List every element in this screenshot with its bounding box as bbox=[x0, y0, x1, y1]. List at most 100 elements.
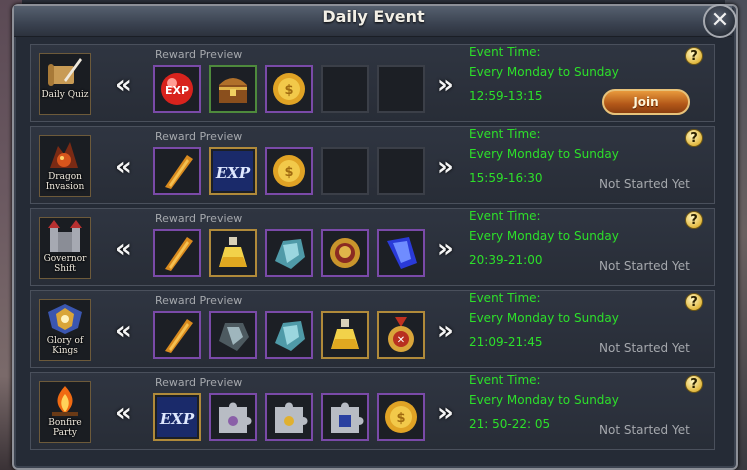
svg-text:EXP: EXP bbox=[215, 164, 251, 182]
stone-ore-icon bbox=[219, 323, 249, 351]
reward-slot-empty bbox=[377, 65, 425, 113]
event-time-label: Event Time: bbox=[469, 45, 541, 59]
reward-slot[interactable] bbox=[265, 229, 313, 277]
reward-slot[interactable] bbox=[153, 311, 201, 359]
event-status: Not Started Yet bbox=[599, 341, 690, 355]
join-button[interactable]: Join bbox=[602, 89, 690, 115]
prev-rewards-button[interactable]: « bbox=[115, 72, 132, 98]
event-time-label: Event Time: bbox=[469, 127, 541, 141]
event-name: Daily Quiz bbox=[41, 90, 89, 100]
svg-text:EXP: EXP bbox=[165, 84, 189, 97]
reward-slot[interactable]: $ bbox=[377, 393, 425, 441]
reward-slot[interactable] bbox=[321, 229, 369, 277]
prev-rewards-button[interactable]: « bbox=[115, 318, 132, 344]
prev-rewards-button[interactable]: « bbox=[115, 154, 132, 180]
gold-coin-icon: $ bbox=[273, 73, 305, 105]
event-time-label: Event Time: bbox=[469, 209, 541, 223]
castle-icon: Governor Shift bbox=[39, 217, 91, 279]
reward-slot-empty bbox=[377, 147, 425, 195]
gold-coin-icon: $ bbox=[273, 155, 305, 187]
potion-flask-icon bbox=[219, 237, 247, 267]
reward-slot[interactable] bbox=[265, 393, 313, 441]
crest-icon: Glory of Kings bbox=[39, 299, 91, 361]
reward-slot[interactable]: $ bbox=[265, 65, 313, 113]
event-name: Governor Shift bbox=[43, 254, 87, 274]
prev-rewards-button[interactable]: « bbox=[115, 236, 132, 262]
lion-medal-icon bbox=[330, 238, 360, 268]
event-row-dragon-invasion: Dragon Invasion Reward Preview « EXP $ »… bbox=[30, 126, 715, 204]
reward-slot[interactable]: EXP bbox=[209, 147, 257, 195]
prev-rewards-button[interactable]: « bbox=[115, 400, 132, 426]
reward-slot-empty bbox=[321, 147, 369, 195]
reward-slot[interactable] bbox=[321, 311, 369, 359]
svg-text:EXP: EXP bbox=[159, 410, 195, 428]
scroll-quill-icon: Daily Quiz bbox=[39, 53, 91, 115]
help-icon[interactable]: ? bbox=[685, 47, 703, 65]
reward-slot-empty bbox=[321, 65, 369, 113]
help-icon[interactable]: ? bbox=[685, 293, 703, 311]
reward-slot[interactable]: $ bbox=[265, 147, 313, 195]
event-row-governor-shift: Governor Shift Reward Preview « » Event … bbox=[30, 208, 715, 286]
event-hours: 15:59-16:30 bbox=[469, 171, 543, 185]
crystal-ore-icon bbox=[275, 321, 305, 351]
help-icon[interactable]: ? bbox=[685, 211, 703, 229]
crystal-ore-icon bbox=[275, 239, 305, 269]
event-name: Glory of Kings bbox=[46, 336, 84, 356]
potion-flask-icon bbox=[331, 319, 359, 349]
reward-slot[interactable] bbox=[209, 311, 257, 359]
treasure-chest-icon bbox=[219, 78, 247, 103]
svg-text:✕: ✕ bbox=[397, 335, 405, 346]
event-hours: 21:09-21:45 bbox=[469, 335, 543, 349]
medal-icon: ✕ bbox=[388, 317, 414, 352]
event-row-glory-of-kings: Glory of Kings Reward Preview « ✕ » Even… bbox=[30, 290, 715, 368]
puzzle-piece-icon bbox=[275, 402, 308, 433]
event-days: Every Monday to Sunday bbox=[469, 229, 619, 243]
event-hours: 21: 50-22: 05 bbox=[469, 417, 551, 431]
event-days: Every Monday to Sunday bbox=[469, 393, 619, 407]
reward-preview-label: Reward Preview bbox=[155, 294, 243, 307]
puzzle-piece-icon bbox=[219, 402, 252, 433]
amber-shard-icon bbox=[165, 155, 193, 189]
next-rewards-button[interactable]: » bbox=[437, 154, 454, 180]
reward-slot[interactable] bbox=[209, 393, 257, 441]
reward-slot[interactable] bbox=[321, 393, 369, 441]
reward-preview-label: Reward Preview bbox=[155, 130, 243, 143]
exp-icon: EXP bbox=[213, 151, 253, 191]
reward-slot[interactable] bbox=[377, 229, 425, 277]
event-status: Not Started Yet bbox=[599, 259, 690, 273]
event-row-bonfire-party: Bonfire Party Reward Preview « EXP $ » E… bbox=[30, 372, 715, 450]
next-rewards-button[interactable]: » bbox=[437, 72, 454, 98]
bonfire-icon: Bonfire Party bbox=[39, 381, 91, 443]
help-icon[interactable]: ? bbox=[685, 375, 703, 393]
reward-preview-label: Reward Preview bbox=[155, 212, 243, 225]
event-time-label: Event Time: bbox=[469, 373, 541, 387]
event-days: Every Monday to Sunday bbox=[469, 311, 619, 325]
svg-text:$: $ bbox=[284, 165, 293, 180]
close-button[interactable]: ✕ bbox=[703, 4, 737, 38]
dragon-icon: Dragon Invasion bbox=[39, 135, 91, 197]
event-row-daily-quiz: Daily Quiz Reward Preview « EXP $ » Even… bbox=[30, 44, 715, 122]
next-rewards-button[interactable]: » bbox=[437, 318, 454, 344]
next-rewards-button[interactable]: » bbox=[437, 236, 454, 262]
next-rewards-button[interactable]: » bbox=[437, 400, 454, 426]
reward-slot[interactable] bbox=[209, 229, 257, 277]
reward-slot[interactable]: EXP bbox=[153, 393, 201, 441]
reward-slot[interactable] bbox=[265, 311, 313, 359]
reward-slot[interactable] bbox=[153, 229, 201, 277]
exp-icon: EXP bbox=[157, 397, 197, 437]
event-name: Bonfire Party bbox=[48, 418, 82, 438]
blue-gem-icon bbox=[387, 237, 417, 269]
amber-shard-icon bbox=[165, 319, 193, 353]
event-name: Dragon Invasion bbox=[45, 172, 85, 192]
reward-slot[interactable] bbox=[153, 147, 201, 195]
amber-shard-icon bbox=[165, 237, 193, 271]
svg-text:$: $ bbox=[396, 411, 405, 426]
reward-slot[interactable] bbox=[209, 65, 257, 113]
event-status: Not Started Yet bbox=[599, 423, 690, 437]
reward-slot[interactable]: ✕ bbox=[377, 311, 425, 359]
close-icon: ✕ bbox=[710, 8, 730, 33]
reward-preview-label: Reward Preview bbox=[155, 376, 243, 389]
help-icon[interactable]: ? bbox=[685, 129, 703, 147]
reward-slot[interactable]: EXP bbox=[153, 65, 201, 113]
svg-text:$: $ bbox=[284, 83, 293, 98]
